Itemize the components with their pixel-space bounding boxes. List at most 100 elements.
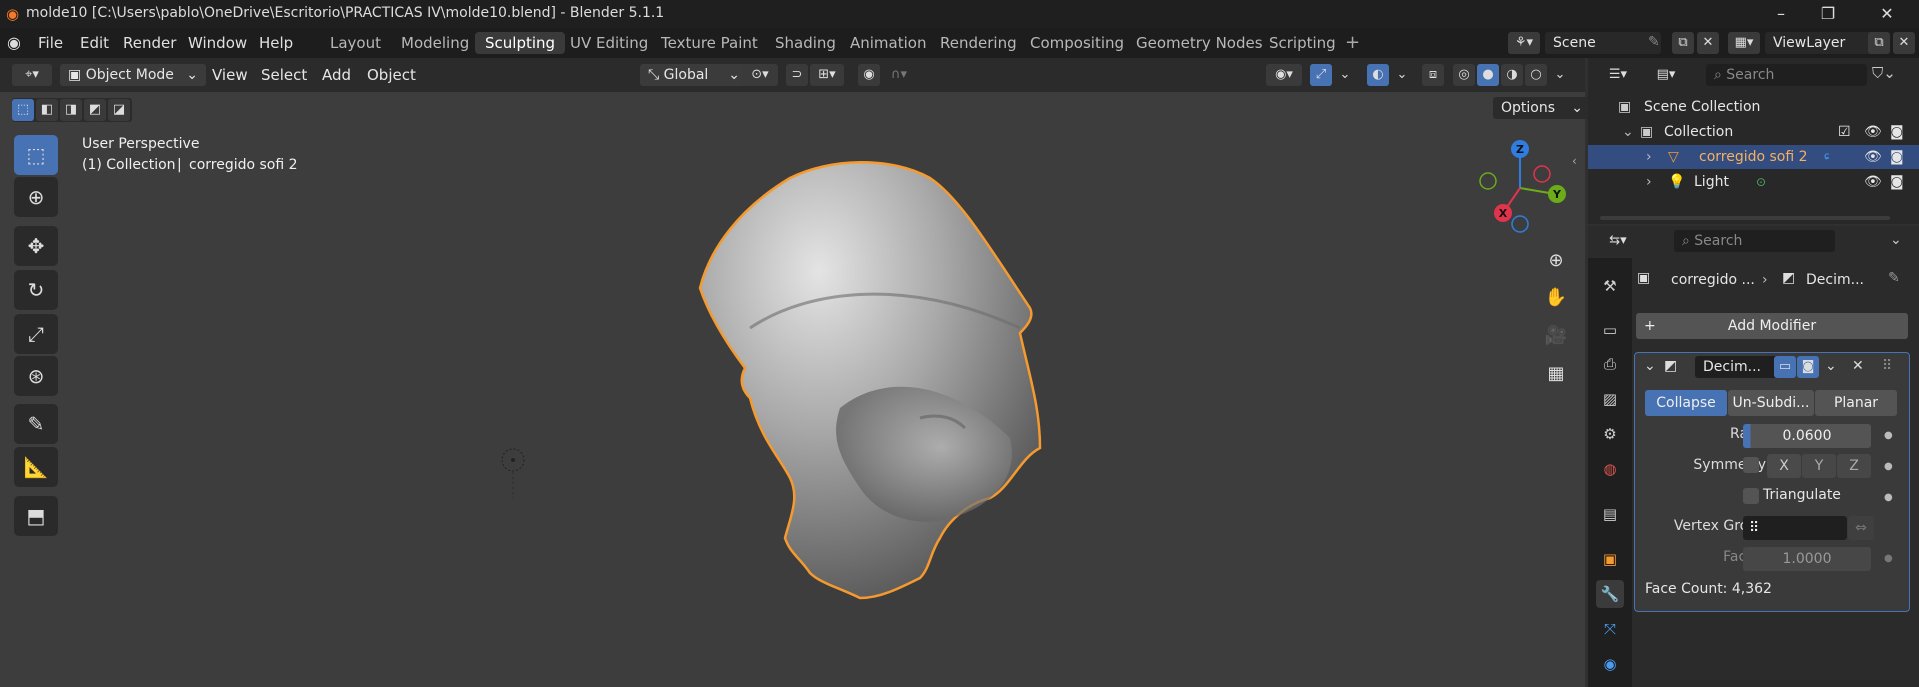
scale-tool-icon[interactable]: ⤢ [14, 314, 58, 354]
pivot-icon[interactable]: ⊙▾ [742, 64, 778, 86]
select-subtract-icon[interactable]: ◨ [60, 99, 82, 121]
render-tab-icon[interactable]: ▭ [1596, 316, 1624, 344]
add-modifier-button[interactable]: + Add Modifier [1636, 313, 1908, 339]
mode-dropdown[interactable]: ▣ Object Mode ⌄ [60, 64, 206, 86]
viewport-menu-select[interactable]: Select [261, 64, 307, 86]
perspective-toggle-icon[interactable]: ▦ [1540, 358, 1572, 390]
viewport-menu-view[interactable]: View [212, 64, 248, 86]
view-layer-tab-icon[interactable]: ▨ [1596, 385, 1624, 413]
tab-geometry-nodes[interactable]: Geometry Nodes [1126, 32, 1273, 54]
new-viewlayer-icon[interactable]: ⧉ [1868, 32, 1890, 54]
delete-viewlayer-icon[interactable]: ✕ [1893, 32, 1915, 54]
sculpted-head-mesh[interactable] [690, 158, 1050, 608]
outliner-editor-type-icon[interactable]: ☰▾ [1600, 64, 1636, 86]
pin-icon[interactable]: ✎ [1888, 270, 1900, 286]
snap-target-icon[interactable]: ⊞▾ [810, 64, 844, 86]
select-box-tool-icon[interactable]: ⬚ [14, 135, 58, 175]
light-object-icon[interactable] [498, 444, 528, 500]
tab-scripting[interactable]: Scripting [1259, 32, 1346, 54]
editor-type-icon[interactable]: ⌖▾ [12, 64, 52, 86]
modifiers-tab-icon[interactable]: 🔧 [1596, 580, 1624, 608]
viewlayer-selector-icon[interactable]: ▦▾ [1728, 32, 1760, 54]
mode-unsubdivide-button[interactable]: Un-Subdi... [1728, 390, 1814, 416]
collection-row[interactable]: ⌄ ▣ Collection ☑ 👁 ◙ [1588, 120, 1919, 144]
tool-tab-icon[interactable]: ⚒ [1596, 272, 1624, 300]
viewlayer-field[interactable]: ViewLayer [1765, 32, 1881, 54]
keyframe-dot-icon[interactable]: ● [1884, 430, 1893, 441]
chevron-down-icon[interactable]: ⌄ [1622, 120, 1634, 144]
overlays-toggle-icon[interactable]: ◐ [1367, 64, 1389, 86]
gizmo-dropdown-icon[interactable]: ⌄ [1334, 64, 1356, 86]
invert-vertex-group-icon[interactable]: ⇔ [1848, 516, 1874, 540]
modifier-name-field[interactable]: Decim... [1695, 356, 1781, 378]
orientation-dropdown[interactable]: ⤡ Global ⌄ [640, 64, 748, 86]
eye-icon[interactable]: 👁 [1864, 120, 1882, 144]
scene-field[interactable]: Scene [1545, 32, 1661, 54]
display-mode-icon[interactable]: ▤▾ [1648, 64, 1684, 86]
overlays-dropdown-icon[interactable]: ⌄ [1391, 64, 1413, 86]
triangulate-checkbox[interactable] [1743, 488, 1759, 504]
menu-edit[interactable]: Edit [80, 34, 109, 52]
vertex-group-field[interactable]: ⠿ [1743, 516, 1847, 540]
gizmo-toggle-icon[interactable]: ⤢ [1310, 64, 1332, 86]
new-scene-icon[interactable]: ⧉ [1672, 32, 1694, 54]
chevron-right-icon[interactable]: › [1646, 145, 1652, 169]
select-extend-icon[interactable]: ◧ [36, 99, 58, 121]
pin-icon[interactable]: ✎ [1648, 34, 1660, 50]
select-new-icon[interactable]: ⬚ [12, 99, 34, 121]
blender-menu-icon[interactable]: ◉ [7, 33, 21, 52]
tab-sculpting[interactable]: Sculpting [475, 32, 566, 54]
options-dropdown[interactable]: Options ⌄ [1493, 97, 1591, 119]
physics-tab-icon[interactable]: ◉ [1596, 650, 1624, 678]
cursor-tool-icon[interactable]: ⊕ [14, 177, 58, 217]
shading-material-icon[interactable]: ◑ [1501, 64, 1523, 86]
viewport-menu-add[interactable]: Add [322, 64, 351, 86]
show-viewport-icon[interactable]: ▭ [1774, 356, 1796, 378]
keyframe-dot-icon[interactable]: ● [1884, 461, 1893, 472]
proportional-editing-icon[interactable]: ◉ [858, 64, 880, 86]
keyframe-dot-icon[interactable]: ● [1884, 553, 1893, 564]
falloff-icon[interactable]: ∩▾ [882, 64, 916, 86]
symmetry-axis-z[interactable]: Z [1837, 454, 1871, 478]
pan-hand-icon[interactable]: ✋ [1540, 282, 1572, 314]
shading-dropdown-icon[interactable]: ⌄ [1549, 64, 1571, 86]
outliner-search-input[interactable]: ⌕ Search [1706, 64, 1867, 86]
add-cube-tool-icon[interactable]: ⬒ [14, 496, 58, 536]
outliner-item-corregido[interactable]: › ▽ corregido sofi 2 ɕ 👁 ◙ [1588, 145, 1919, 169]
annotate-tool-icon[interactable]: ✎ [14, 404, 58, 444]
sidebar-toggle-icon[interactable]: ‹ [1572, 154, 1577, 168]
tab-compositing[interactable]: Compositing [1020, 32, 1134, 54]
shading-solid-icon[interactable]: ● [1477, 64, 1499, 86]
collection-tab-icon[interactable]: ▤ [1596, 500, 1624, 528]
outliner-scrollbar[interactable] [1600, 216, 1890, 220]
viewport-menu-object[interactable]: Object [367, 64, 416, 86]
menu-help[interactable]: Help [259, 34, 293, 52]
particles-tab-icon[interactable]: ⤧ [1596, 615, 1624, 643]
add-workspace-icon[interactable]: + [1345, 32, 1360, 53]
scene-tab-icon[interactable]: ⚙ [1596, 420, 1624, 448]
render-camera-icon[interactable]: ◙ [1890, 145, 1904, 169]
menu-window[interactable]: Window [188, 34, 247, 52]
menu-file[interactable]: File [38, 34, 63, 52]
navigation-gizmo[interactable]: Z Y X [1470, 136, 1570, 236]
transform-tool-icon[interactable]: ⊛ [14, 356, 58, 396]
rotate-tool-icon[interactable]: ↻ [14, 270, 58, 310]
render-camera-icon[interactable]: ◙ [1890, 120, 1904, 144]
tab-shading[interactable]: Shading [765, 32, 846, 54]
drag-handle-icon[interactable]: ⠿ [1882, 358, 1892, 374]
tab-modeling[interactable]: Modeling [391, 32, 479, 54]
select-invert-icon[interactable]: ◩ [84, 99, 106, 121]
minimize-icon[interactable]: – [1758, 0, 1804, 28]
remove-modifier-icon[interactable]: ✕ [1852, 358, 1864, 374]
shading-rendered-icon[interactable]: ○ [1525, 64, 1547, 86]
scene-selector-icon[interactable]: ⚘▾ [1508, 32, 1540, 54]
world-tab-icon[interactable]: ◍ [1596, 455, 1624, 483]
close-window-icon[interactable]: ✕ [1864, 0, 1910, 28]
symmetry-checkbox[interactable] [1743, 457, 1759, 473]
render-camera-icon[interactable]: ◙ [1890, 170, 1904, 194]
properties-editor-type-icon[interactable]: ⇆▾ [1600, 230, 1636, 252]
camera-view-icon[interactable]: 🎥 [1540, 320, 1572, 352]
shading-wireframe-icon[interactable]: ◎ [1453, 64, 1475, 86]
symmetry-axis-x[interactable]: X [1767, 454, 1801, 478]
maximize-icon[interactable]: ❐ [1805, 0, 1851, 28]
